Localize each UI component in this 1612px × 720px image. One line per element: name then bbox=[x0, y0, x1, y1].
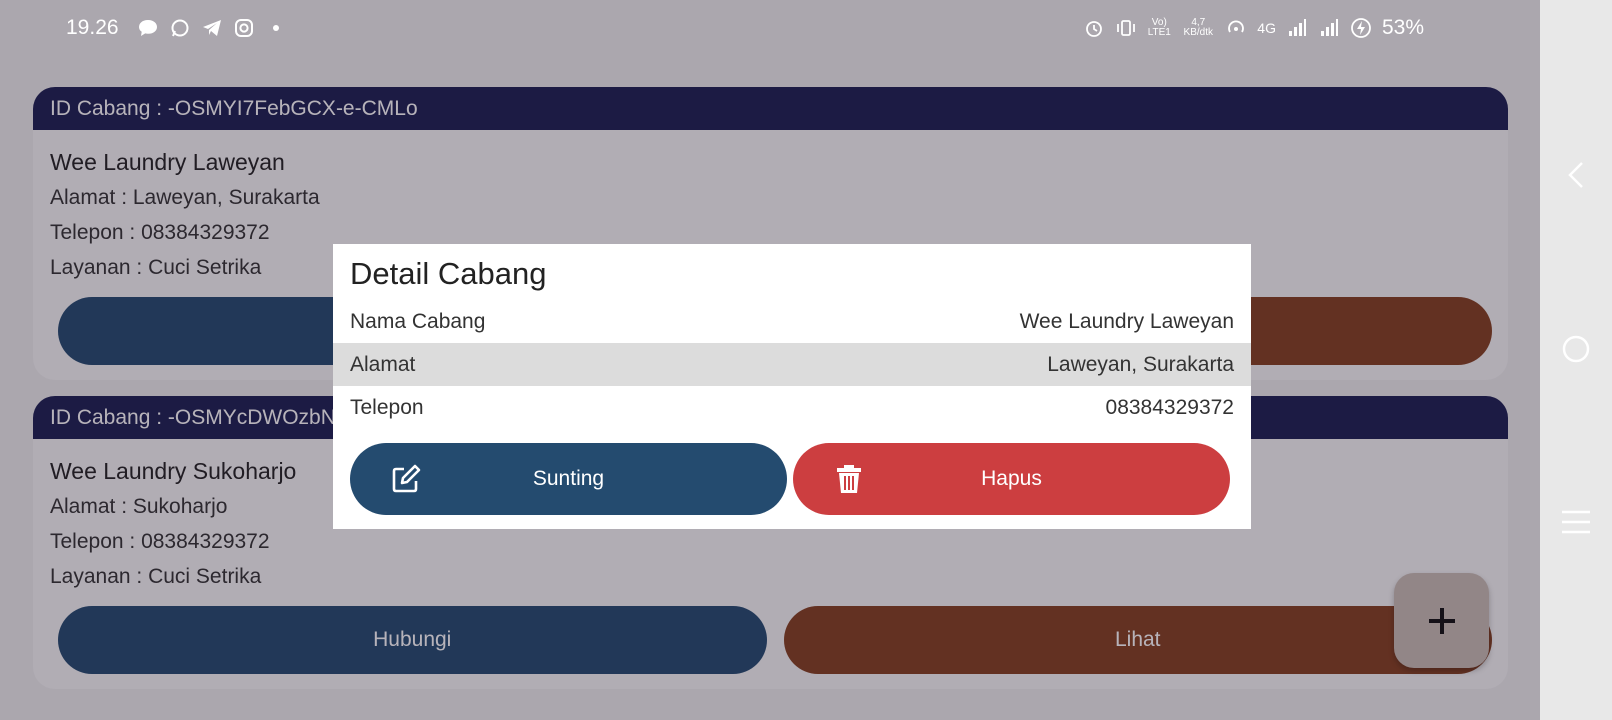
clock: 19.26 bbox=[66, 16, 119, 39]
vibrate-icon bbox=[1115, 17, 1137, 39]
dialog-title: Detail Cabang bbox=[350, 256, 547, 291]
detail-value: 08384329372 bbox=[1105, 395, 1234, 419]
detail-label: Nama Cabang bbox=[350, 309, 486, 333]
detail-value: Wee Laundry Laweyan bbox=[1019, 309, 1234, 333]
instagram-icon bbox=[233, 17, 255, 39]
whatsapp-icon bbox=[169, 17, 191, 39]
status-bar: 19.26 Vo) LTE1 4,7 KB/dtk 4G 53% bbox=[0, 0, 1540, 56]
delete-button[interactable]: Hapus bbox=[793, 443, 1230, 515]
more-notifications-icon bbox=[265, 17, 287, 39]
system-navigation bbox=[1540, 0, 1612, 720]
home-icon[interactable] bbox=[1561, 334, 1591, 369]
detail-row-name: Nama Cabang Wee Laundry Laweyan bbox=[333, 300, 1251, 343]
network-type: 4G bbox=[1257, 20, 1276, 36]
alarm-icon bbox=[1083, 17, 1105, 39]
detail-label: Telepon bbox=[350, 395, 424, 419]
signal-icon bbox=[1318, 17, 1340, 39]
network-speed: 4,7 KB/dtk bbox=[1181, 18, 1215, 38]
edit-icon bbox=[392, 464, 421, 493]
volte-indicator: Vo) LTE1 bbox=[1147, 17, 1171, 38]
detail-value: Laweyan, Surakarta bbox=[1047, 352, 1234, 376]
detail-row-phone: Telepon 08384329372 bbox=[333, 386, 1251, 429]
message-icon bbox=[137, 17, 159, 39]
recents-menu-icon[interactable] bbox=[1560, 509, 1592, 540]
edit-button[interactable]: Sunting bbox=[350, 443, 787, 515]
trash-icon bbox=[837, 465, 861, 493]
telegram-icon bbox=[201, 17, 223, 39]
back-icon[interactable] bbox=[1564, 160, 1588, 195]
detail-label: Alamat bbox=[350, 352, 416, 376]
detail-row-address: Alamat Laweyan, Surakarta bbox=[333, 343, 1251, 386]
branch-detail-dialog: Detail Cabang Nama Cabang Wee Laundry La… bbox=[333, 244, 1251, 529]
battery-charging-icon bbox=[1350, 17, 1372, 39]
signal-icon bbox=[1286, 17, 1308, 39]
hotspot-icon bbox=[1225, 17, 1247, 39]
battery-level: 53% bbox=[1381, 16, 1424, 39]
network-speed-unit: KB/dtk bbox=[1183, 27, 1214, 38]
